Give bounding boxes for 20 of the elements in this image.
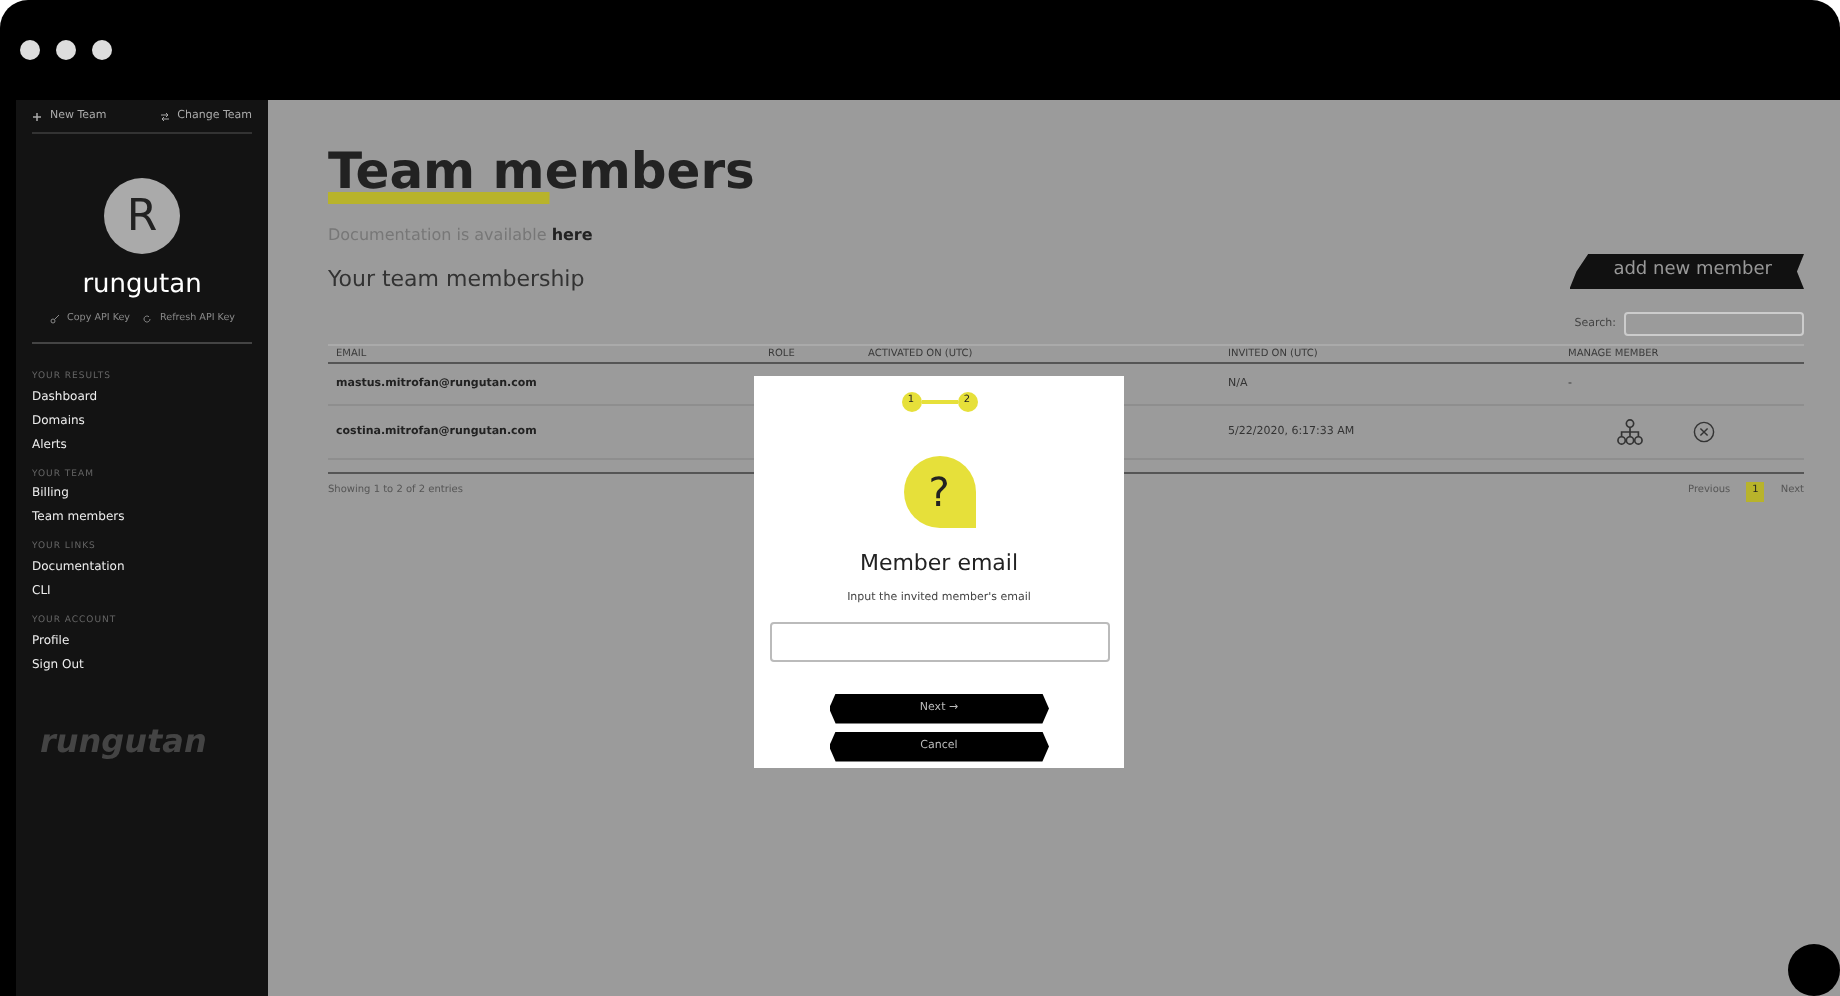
search-field[interactable] <box>1624 312 1804 336</box>
window-dot[interactable] <box>20 40 40 60</box>
refresh-icon <box>142 313 153 324</box>
window-dot[interactable] <box>56 40 76 60</box>
modal-title: Member email <box>859 548 1019 580</box>
hierarchy-icon[interactable] <box>1616 418 1644 447</box>
window-dot[interactable] <box>92 40 112 60</box>
chat-button[interactable] <box>1788 944 1840 996</box>
doc-link[interactable]: here <box>551 225 593 243</box>
section-title: Your team membership <box>328 263 585 295</box>
page-title: Team members <box>328 144 755 203</box>
avatar: R <box>104 178 180 255</box>
email-field[interactable] <box>769 621 1109 662</box>
remove-icon[interactable] <box>1692 420 1716 445</box>
team-name: rungutan <box>80 268 204 305</box>
add-member-button[interactable]: add new member <box>1569 254 1804 289</box>
key-icon <box>49 313 60 324</box>
question-icon: ? <box>903 456 975 528</box>
plus-icon <box>32 111 42 122</box>
swap-icon <box>159 111 170 122</box>
